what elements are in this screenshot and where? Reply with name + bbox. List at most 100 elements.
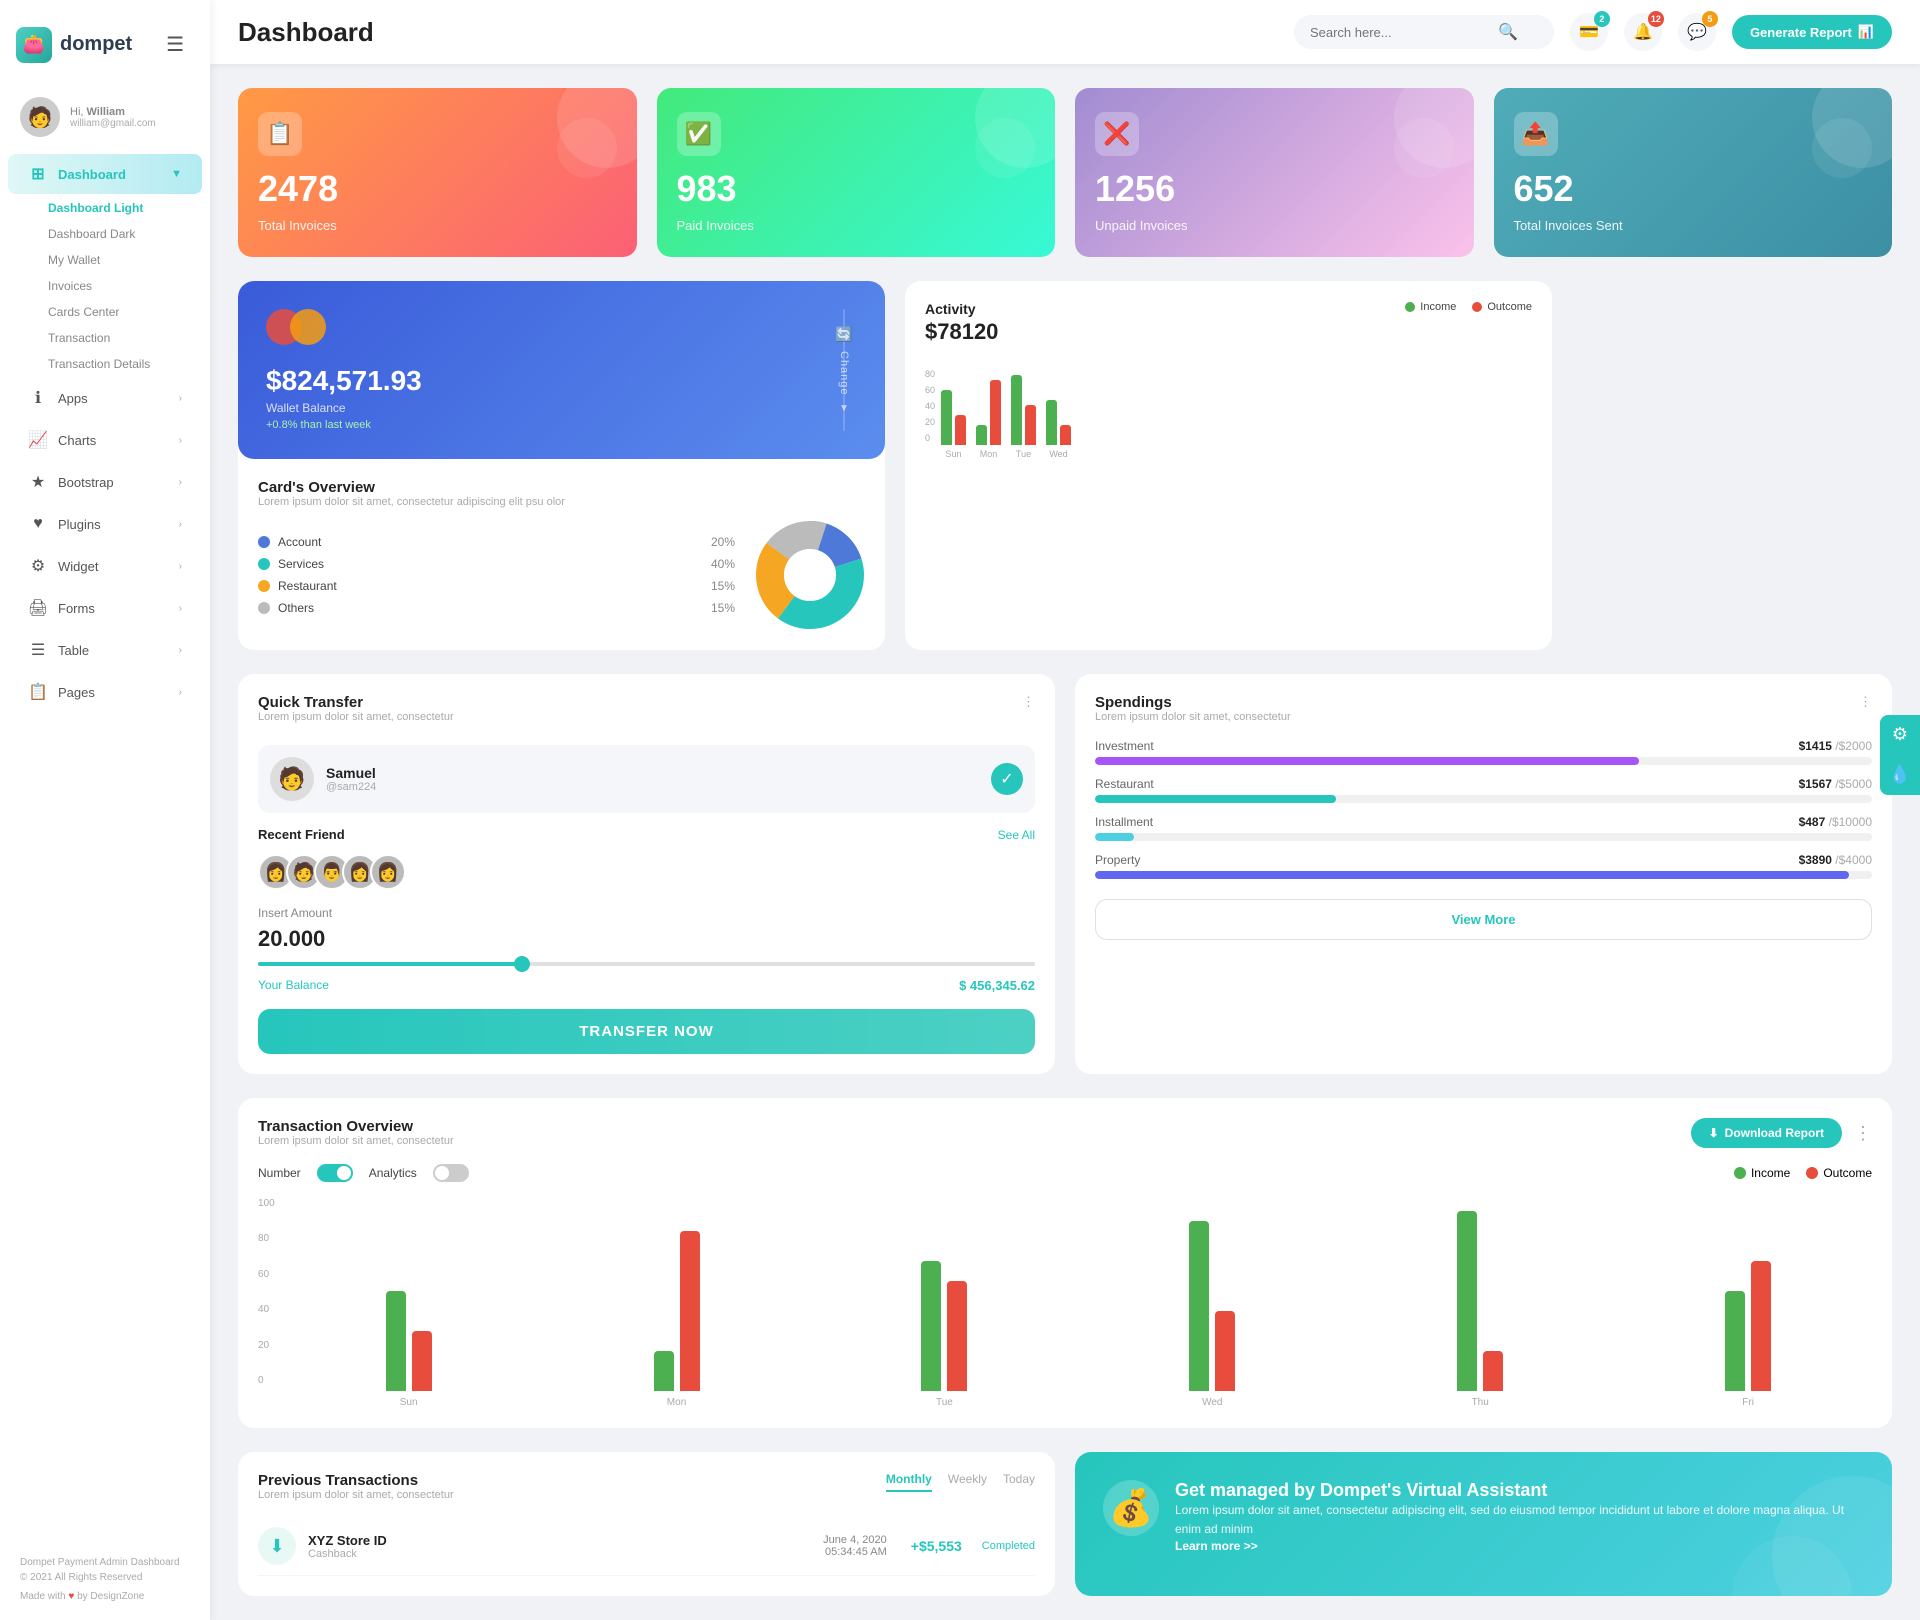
qt-menu-icon[interactable]: ⋮: [1022, 694, 1035, 710]
to-outcome-legend: Outcome: [1806, 1166, 1872, 1180]
analytics-toggle[interactable]: [433, 1164, 469, 1182]
mastercard-logos: [266, 309, 815, 345]
tab-monthly[interactable]: Monthly: [886, 1472, 932, 1492]
hamburger-menu[interactable]: ☰: [150, 14, 200, 75]
unpaid-invoices-number: 1256: [1095, 168, 1454, 210]
to-bars-wed: [1189, 1221, 1235, 1391]
sidebar-item-pages[interactable]: 📋 Pages ›: [8, 672, 202, 712]
generate-report-button[interactable]: Generate Report 📊: [1732, 15, 1892, 49]
mon-outcome-bar: [990, 380, 1001, 445]
apps-icon: ℹ: [28, 388, 48, 408]
y-label-40: 40: [925, 401, 935, 411]
y-label-60: 60: [925, 385, 935, 395]
y-label-0: 0: [925, 433, 935, 443]
sub-nav-my-wallet[interactable]: My Wallet: [28, 247, 210, 273]
transaction-icon: ⬇: [258, 1527, 296, 1565]
footer-copyright: © 2021 All Rights Reserved: [20, 1570, 190, 1585]
to-sun-income: [386, 1291, 406, 1391]
user-name: William: [87, 106, 125, 118]
paid-invoices-number: 983: [677, 168, 1036, 210]
your-balance-label: Your Balance: [258, 978, 329, 993]
legend-restaurant: Restaurant 15%: [258, 579, 735, 593]
sidebar-item-table[interactable]: ☰ Table ›: [8, 630, 202, 670]
sidebar-item-bootstrap[interactable]: ★ Bootstrap ›: [8, 462, 202, 502]
sidebar-item-widget[interactable]: ⚙ Widget ›: [8, 546, 202, 586]
wallet-icon-btn[interactable]: 💳 2: [1570, 13, 1608, 51]
transfer-now-button[interactable]: TRANSFER NOW: [258, 1009, 1035, 1054]
see-all-link[interactable]: See All: [998, 828, 1035, 842]
bars-mon: [976, 380, 1001, 445]
sidebar-item-apps[interactable]: ℹ Apps ›: [8, 378, 202, 418]
to-bars-tue: [921, 1261, 967, 1391]
income-label: Income: [1420, 301, 1456, 313]
sidebar-item-plugins[interactable]: ♥ Plugins ›: [8, 504, 202, 544]
to-legend: Income Outcome: [1734, 1166, 1872, 1180]
to-thu-income: [1457, 1211, 1477, 1391]
chevron-down-wallet-icon: ▼: [839, 403, 849, 414]
sub-nav-dashboard-dark[interactable]: Dashboard Dark: [28, 221, 210, 247]
view-more-button[interactable]: View More: [1095, 899, 1872, 940]
amount-value: 20.000: [258, 926, 1035, 952]
to-y-100: 100: [258, 1198, 275, 1209]
spendings-menu-icon[interactable]: ⋮: [1859, 694, 1872, 710]
transaction-name: XYZ Store ID: [308, 1533, 387, 1548]
sub-nav-cards-center[interactable]: Cards Center: [28, 299, 210, 325]
tab-today[interactable]: Today: [1003, 1472, 1035, 1492]
to-outcome-dot: [1806, 1167, 1818, 1179]
mon-income-bar: [976, 425, 987, 445]
to-y-20: 20: [258, 1340, 275, 1351]
download-report-button[interactable]: ⬇ Download Report: [1691, 1118, 1842, 1148]
message-icon-btn[interactable]: 💬 5: [1678, 13, 1716, 51]
amount-slider[interactable]: [258, 962, 1035, 966]
user-hi: Hi, William: [70, 106, 156, 118]
wallet-divider[interactable]: 🔄 Change ▼: [843, 309, 845, 431]
floating-buttons: ⚙ 💧: [1880, 715, 1920, 795]
sidebar-item-forms-label: Forms: [58, 601, 95, 616]
sidebar-item-bootstrap-label: Bootstrap: [58, 475, 114, 490]
transaction-overview-panel: Transaction Overview Lorem ipsum dolor s…: [238, 1098, 1892, 1428]
your-balance-value: $ 456,345.62: [959, 978, 1035, 993]
sidebar-item-forms[interactable]: 🖨 Forms ›: [8, 588, 202, 628]
settings-float-button[interactable]: ⚙: [1880, 715, 1920, 755]
installment-total: /$10000: [1829, 815, 1872, 829]
to-mon-outcome: [680, 1231, 700, 1391]
sidebar-item-dashboard[interactable]: ⊞ Dashboard ▼: [8, 154, 202, 194]
sub-nav-invoices[interactable]: Invoices: [28, 273, 210, 299]
to-menu-icon[interactable]: ⋮: [1854, 1123, 1872, 1144]
number-toggle-label: Number: [258, 1166, 301, 1180]
friend-avatar-5[interactable]: 👩: [370, 854, 406, 890]
va-icon: 💰: [1103, 1480, 1159, 1536]
footer-made-with: Made with: [20, 1591, 66, 1602]
to-bar-group-thu: Thu: [1356, 1211, 1604, 1408]
to-bar-group-mon: Mon: [553, 1231, 801, 1408]
to-income-legend: Income: [1734, 1166, 1790, 1180]
arrow-right-icon-pages: ›: [179, 687, 182, 698]
investment-bar-bg: [1095, 757, 1872, 765]
sidebar-item-charts[interactable]: 📈 Charts ›: [8, 420, 202, 460]
arrow-right-icon: ›: [179, 393, 182, 404]
transaction-overview-sub: Lorem ipsum dolor sit amet, consectetur: [258, 1135, 454, 1147]
search-input[interactable]: [1310, 25, 1490, 40]
stats-row: 📋 2478 Total Invoices ✅ 983 Paid Invoice…: [238, 88, 1892, 257]
installment-amounts: $487 /$10000: [1799, 815, 1872, 829]
content-area: 📋 2478 Total Invoices ✅ 983 Paid Invoice…: [210, 64, 1920, 1620]
notification-icon-btn[interactable]: 🔔 12: [1624, 13, 1662, 51]
tab-weekly[interactable]: Weekly: [948, 1472, 987, 1492]
restaurant-bar-bg: [1095, 795, 1872, 803]
prev-va-row: Previous Transactions Lorem ipsum dolor …: [238, 1452, 1892, 1596]
sub-nav-transaction-details[interactable]: Transaction Details: [28, 351, 210, 377]
to-y-60: 60: [258, 1269, 275, 1280]
water-float-button[interactable]: 💧: [1880, 755, 1920, 795]
transaction-info: XYZ Store ID Cashback: [308, 1533, 387, 1560]
restaurant-pct: 15%: [711, 579, 735, 593]
footer-by: by DesignZone: [77, 1591, 144, 1602]
sub-nav-transaction[interactable]: Transaction: [28, 325, 210, 351]
number-toggle[interactable]: [317, 1164, 353, 1182]
arrow-right-icon-table: ›: [179, 645, 182, 656]
transaction-bar-chart: 100 80 60 40 20 0 Sun: [258, 1198, 1872, 1408]
arrow-right-icon-plugins: ›: [179, 519, 182, 530]
stat-card-paid-invoices: ✅ 983 Paid Invoices: [657, 88, 1056, 257]
wallet-overview-combined: $824,571.93 Wallet Balance +0.8% than la…: [238, 281, 885, 650]
footer-brand: Dompet Payment Admin Dashboard: [20, 1555, 190, 1570]
sub-nav-dashboard-light[interactable]: Dashboard Light: [28, 195, 210, 221]
